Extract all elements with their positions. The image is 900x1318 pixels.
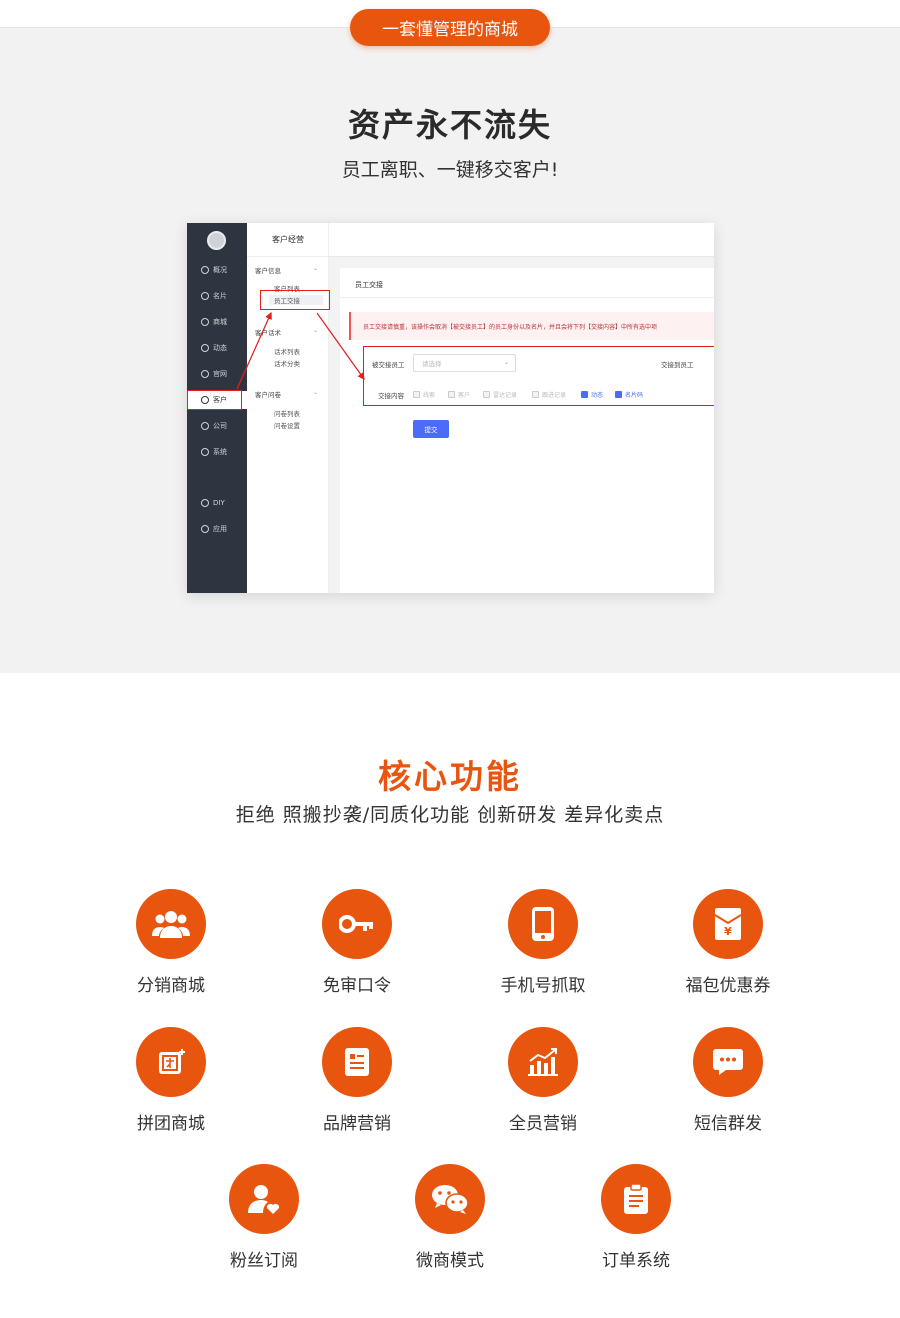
feature-label: 手机号抓取 <box>500 976 586 996</box>
feature-label: 免审口令 <box>323 976 391 996</box>
clipboard-icon <box>601 1164 671 1234</box>
document-icon <box>322 1027 392 1097</box>
chat-icon <box>693 1027 763 1097</box>
feature-fan-subscription[interactable]: 粉丝订阅 <box>174 1164 354 1284</box>
hero-subtitle: 员工离职、一键移交客户! <box>341 159 559 181</box>
arrow-line <box>316 312 365 380</box>
feature-label: 福包优惠券 <box>685 976 771 996</box>
page: 一套懂管理的商城 资产永不流失 员工离职、一键移交客户! 概况 名片 商城 动态… <box>0 0 900 1318</box>
feature-label: 品牌营销 <box>323 1114 391 1134</box>
features-title: 核心功能 <box>378 757 522 796</box>
top-badge: 一套懂管理的商城 <box>350 9 550 46</box>
feature-free-password[interactable]: 免审口令 <box>267 889 447 1009</box>
arrow-line <box>236 311 272 390</box>
feature-label: 分销商城 <box>137 976 205 996</box>
feature-red-envelope-coupon[interactable]: ¥ 福包优惠券 <box>638 889 818 1009</box>
feature-label: 订单系统 <box>602 1251 670 1271</box>
feature-label: 短信群发 <box>694 1114 762 1134</box>
svg-text:¥: ¥ <box>724 925 732 938</box>
feature-wechat-business[interactable]: 微商模式 <box>360 1164 540 1284</box>
hero-title: 资产永不流失 <box>347 106 552 144</box>
growth-chart-icon <box>508 1027 578 1097</box>
fan-heart-icon <box>229 1164 299 1234</box>
feature-label: 拼团商城 <box>137 1114 205 1134</box>
feature-brand-marketing[interactable]: 品牌营销 <box>267 1027 447 1147</box>
feature-distribution-mall[interactable]: 分销商城 <box>81 889 261 1009</box>
app-mockup: 概况 名片 商城 动态 官网 客户 公司 系统 DIY 应用 客户经营 客户信息… <box>187 223 714 593</box>
features-subtitle: 拒绝 照搬抄袭/同质化功能 创新研发 差异化卖点 <box>235 804 665 826</box>
feature-bulk-sms[interactable]: 短信群发 <box>638 1027 818 1147</box>
feature-label: 微商模式 <box>416 1251 484 1271</box>
feature-all-staff-marketing[interactable]: 全员营销 <box>453 1027 633 1147</box>
red-envelope-icon: ¥ <box>693 889 763 959</box>
feature-label: 全员营销 <box>509 1114 577 1134</box>
wechat-icon <box>415 1164 485 1234</box>
feature-phone-capture[interactable]: 手机号抓取 <box>453 889 633 1009</box>
key-icon <box>322 889 392 959</box>
users-icon <box>136 889 206 959</box>
feature-group-buy-mall[interactable]: 拼团商城 <box>81 1027 261 1147</box>
group-icon <box>136 1027 206 1097</box>
feature-label: 粉丝订阅 <box>230 1251 298 1271</box>
phone-icon <box>508 889 578 959</box>
arrow-overlay <box>236 311 365 390</box>
feature-order-system[interactable]: 订单系统 <box>546 1164 726 1284</box>
